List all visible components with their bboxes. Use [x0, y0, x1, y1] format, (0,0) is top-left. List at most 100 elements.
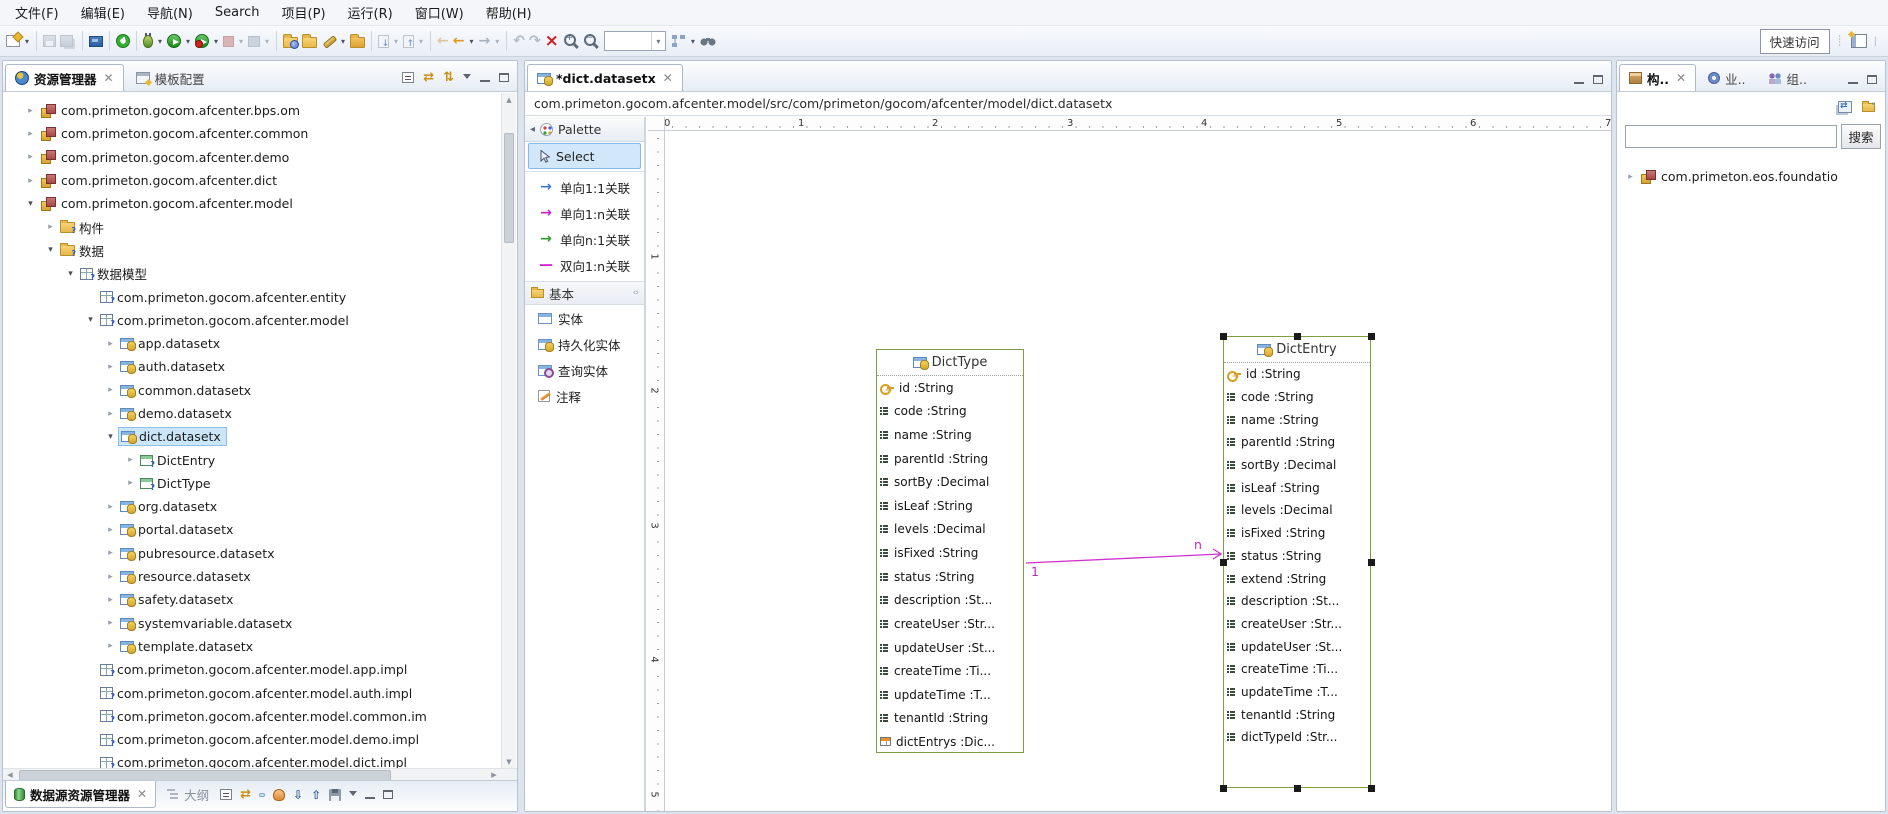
entity-field[interactable]: parentId :String: [1224, 431, 1370, 454]
entity-field[interactable]: id :String: [1224, 363, 1370, 386]
selection-handle[interactable]: [1220, 785, 1227, 792]
close-icon[interactable]: ✕: [137, 787, 147, 801]
tree-item[interactable]: com.primeton.gocom.afcenter.entity: [3, 285, 517, 308]
tree-item[interactable]: ▸auth.datasetx: [3, 355, 517, 378]
tab-datasource-explorer[interactable]: 数据源资源管理器 ✕: [5, 781, 156, 808]
collapse-all-icon[interactable]: [220, 789, 232, 800]
tree-item[interactable]: com.primeton.gocom.afcenter.model.common…: [3, 705, 517, 728]
new-wizard-icon[interactable]: [4, 29, 22, 53]
entity-field[interactable]: sortBy :Decimal: [877, 470, 1023, 494]
open-folder-icon[interactable]: [300, 29, 319, 53]
link-with-editor-icon[interactable]: ⇄: [423, 71, 434, 84]
entity-field[interactable]: dictTypeId :Str...: [1224, 726, 1370, 749]
tree-item[interactable]: ▾com.primeton.gocom.afcenter.model: [3, 309, 517, 332]
entity-field-relation[interactable]: dictEntrys :Dic...: [877, 730, 1023, 754]
tree-item[interactable]: ▾com.primeton.gocom.afcenter.model: [3, 192, 517, 215]
entity-field[interactable]: levels :Decimal: [877, 518, 1023, 542]
entity-field[interactable]: isLeaf :String: [877, 494, 1023, 518]
palette-tool-annotation[interactable]: 注释: [525, 383, 644, 409]
tab-organization[interactable]: 组..: [1758, 64, 1817, 91]
entity-field[interactable]: status :String: [877, 565, 1023, 589]
back-icon[interactable]: ←: [451, 29, 467, 53]
tree-item[interactable]: ▾数据: [3, 239, 517, 262]
tree-item[interactable]: ▸ com.primeton.eos.foundatio: [1617, 165, 1885, 188]
tree-item[interactable]: com.primeton.gocom.afcenter.model.dict.i…: [3, 751, 517, 768]
entity-field[interactable]: updateTime :T...: [877, 683, 1023, 707]
tree-item[interactable]: com.primeton.gocom.afcenter.model.auth.i…: [3, 681, 517, 704]
entity-field[interactable]: isFixed :String: [1224, 522, 1370, 545]
palette-relation-bidir[interactable]: —双向1:n关联: [525, 252, 644, 278]
search-button[interactable]: 搜索: [1841, 124, 1881, 149]
zoom-out-icon[interactable]: −: [581, 29, 601, 53]
relation-target-cardinality[interactable]: n: [1194, 537, 1202, 552]
zoom-level-combo[interactable]: ▾: [604, 31, 666, 51]
tree-item[interactable]: ▸pubresource.datasetx: [3, 542, 517, 565]
tree-item[interactable]: ▸demo.datasetx: [3, 402, 517, 425]
entity-field[interactable]: name :String: [877, 423, 1023, 447]
zoom-in-icon[interactable]: +: [561, 29, 581, 53]
tree-item[interactable]: ▸com.primeton.gocom.afcenter.demo: [3, 146, 517, 169]
entity-field[interactable]: description :St...: [1224, 590, 1370, 613]
entity-field[interactable]: id :String: [877, 376, 1023, 400]
run-service-dropdown-icon[interactable]: ▾: [211, 37, 221, 46]
tab-outline[interactable]: 大纲: [158, 781, 218, 808]
palette-tool-persistent-entity[interactable]: 持久化实体: [525, 331, 644, 357]
package-folder-icon[interactable]: [348, 29, 367, 53]
entity-field[interactable]: status :String: [1224, 545, 1370, 568]
tab-template-config[interactable]: 模板配置: [126, 64, 215, 91]
perspective-icon[interactable]: [1851, 34, 1867, 48]
minimize-icon[interactable]: [1574, 76, 1584, 84]
entity-field[interactable]: createTime :Ti...: [1224, 658, 1370, 681]
menu-help[interactable]: 帮助(H): [475, 0, 543, 26]
tree-item[interactable]: ▸safety.datasetx: [3, 588, 517, 611]
delete-icon[interactable]: ×: [543, 29, 561, 53]
palette-header[interactable]: ◂ Palette: [525, 117, 644, 142]
palette-group-basic[interactable]: 基本 ‹›: [525, 281, 644, 305]
library-search-input[interactable]: [1625, 125, 1837, 148]
palette-relation-1ton[interactable]: →单向1:n关联: [525, 200, 644, 226]
entity-field[interactable]: createUser :Str...: [1224, 613, 1370, 636]
hand-pointer-icon[interactable]: [273, 789, 285, 801]
menu-search[interactable]: Search: [204, 1, 271, 24]
diagram-canvas[interactable]: 1 n DictType id :String code :String nam…: [665, 131, 1611, 811]
entity-field[interactable]: code :String: [877, 400, 1023, 424]
entity-title[interactable]: DictEntry: [1224, 337, 1370, 363]
refresh-library-icon[interactable]: [1838, 101, 1852, 113]
entity-box-dicttype[interactable]: DictType id :String code :String name :S…: [876, 349, 1024, 753]
run-dropdown-icon[interactable]: ▾: [183, 37, 193, 46]
scroll-down-icon[interactable]: ▼: [502, 755, 516, 769]
tab-resource-explorer[interactable]: 资源管理器 ✕: [5, 64, 124, 91]
tree-item[interactable]: ▸com.primeton.gocom.afcenter.common: [3, 122, 517, 145]
tree-item[interactable]: ▸com.primeton.gocom.afcenter.dict: [3, 169, 517, 192]
palette-relation-nto1[interactable]: →单向n:1关联: [525, 226, 644, 252]
import-icon[interactable]: ⇩: [293, 789, 303, 801]
entity-field[interactable]: levels :Decimal: [1224, 499, 1370, 522]
maximize-icon[interactable]: [499, 73, 509, 82]
layout-dropdown-icon[interactable]: ▾: [688, 37, 698, 46]
diagram-layout-icon[interactable]: [669, 29, 688, 53]
run-service-icon[interactable]: [193, 29, 211, 53]
entity-field[interactable]: updateUser :St...: [877, 636, 1023, 660]
tree-item[interactable]: ▸portal.datasetx: [3, 518, 517, 541]
menu-project[interactable]: 项目(P): [271, 0, 337, 26]
selection-handle[interactable]: [1220, 559, 1227, 566]
tree-item[interactable]: ▸DictType: [3, 472, 517, 495]
console-icon[interactable]: [87, 29, 105, 53]
entity-field[interactable]: createUser :Str...: [877, 612, 1023, 636]
collapse-all-icon[interactable]: [402, 72, 414, 83]
menu-navigate[interactable]: 导航(N): [136, 0, 204, 26]
view-menu-icon[interactable]: [349, 791, 357, 796]
close-icon[interactable]: ✕: [663, 71, 673, 85]
tree-item[interactable]: ▸systemvariable.datasetx: [3, 612, 517, 635]
palette-tool-query-entity[interactable]: 查询实体: [525, 357, 644, 383]
entity-field[interactable]: updateTime :T...: [1224, 681, 1370, 704]
entity-field[interactable]: extend :String: [1224, 567, 1370, 590]
link-selected-icon[interactable]: [259, 793, 265, 797]
minimize-icon[interactable]: [480, 74, 490, 82]
save-config-icon[interactable]: [329, 789, 341, 801]
sync-icon[interactable]: ⇅: [443, 71, 454, 84]
palette-select-tool[interactable]: Select: [528, 143, 641, 169]
entity-field[interactable]: name :String: [1224, 408, 1370, 431]
view-menu-icon[interactable]: [463, 74, 471, 79]
load-library-icon[interactable]: [1862, 103, 1875, 112]
